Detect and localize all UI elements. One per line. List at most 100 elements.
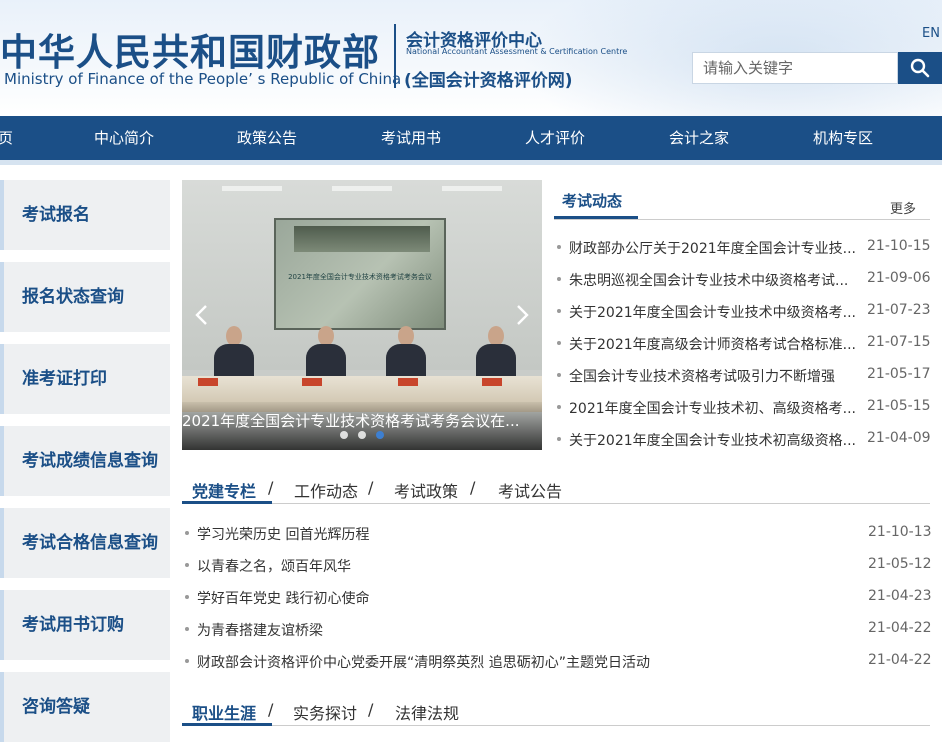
- tab-exam-notice[interactable]: 考试公告: [498, 478, 562, 502]
- carousel-dots: [182, 431, 542, 439]
- slide-caption[interactable]: 2021年度全国会计专业技术资格考试考务会议在...: [182, 410, 542, 431]
- nameplate: [398, 378, 418, 386]
- bullet: [557, 309, 561, 313]
- bullet: [557, 341, 561, 345]
- party-tabs: 党建专栏 / 工作动态 / 考试政策 / 考试公告: [182, 474, 930, 504]
- center-name-en: National Accountant Assessment & Certifi…: [406, 47, 628, 56]
- tab-separator: /: [368, 478, 374, 497]
- list-item-date: 21-05-12: [868, 556, 932, 572]
- list-item-title[interactable]: 学好百年党史 践行初心使命: [197, 588, 837, 608]
- person-head: [398, 326, 414, 346]
- projection-screen: 2021年度全国会计专业技术资格考试考务会议: [274, 218, 446, 330]
- list-item-date: 21-04-22: [868, 620, 932, 636]
- sidebar-item-label: 考试报名: [22, 205, 90, 225]
- search-input[interactable]: [693, 53, 897, 83]
- english-link[interactable]: EN: [922, 26, 940, 41]
- list-item[interactable]: 学好百年党史 践行初心使命 21-04-23: [185, 588, 932, 608]
- list-item-date: 21-04-23: [868, 588, 932, 604]
- list-item[interactable]: 学习光荣历史 回首光辉历程 21-10-13: [185, 524, 932, 544]
- tab-exam-policy[interactable]: 考试政策: [394, 478, 458, 502]
- news-item-date: 21-04-09: [867, 430, 931, 446]
- list-item[interactable]: 以青春之名，颂百年风华 21-05-12: [185, 556, 932, 576]
- sidebar-item-registration-status[interactable]: 报名状态查询: [0, 262, 170, 332]
- nav-divider: [0, 160, 942, 165]
- tab-career[interactable]: 职业生涯: [192, 700, 256, 724]
- sidebar-item-label: 考试合格信息查询: [22, 533, 158, 553]
- news-item[interactable]: 全国会计专业技术资格考试吸引力不断增强 21-05-17: [557, 366, 931, 386]
- bullet: [185, 627, 189, 631]
- carousel-dot-active[interactable]: [376, 431, 384, 439]
- person-head: [318, 326, 334, 346]
- news-item[interactable]: 关于2021年度全国会计专业技术初高级资格... 21-04-09: [557, 430, 931, 450]
- tab-work-news[interactable]: 工作动态: [294, 478, 358, 502]
- sidebar-item-label: 准考证打印: [22, 369, 107, 389]
- photo-carousel[interactable]: 2021年度全国会计专业技术资格考试考务会议 2021年度全国会计专业技术资格考…: [182, 180, 542, 450]
- sidebar-item-score-query[interactable]: 考试成绩信息查询: [0, 426, 170, 496]
- nameplate: [302, 378, 322, 386]
- search-icon: [910, 58, 930, 78]
- main-nav: 页 中心简介 政策公告 考试用书 人才评价 会计之家 机构专区: [0, 116, 942, 160]
- brand-title-en[interactable]: Ministry of Finance of the People’ s Rep…: [4, 70, 401, 88]
- bullet: [557, 373, 561, 377]
- list-item-title[interactable]: 以青春之名，颂百年风华: [197, 556, 837, 576]
- nav-item-home-of-accountants[interactable]: 会计之家: [669, 116, 729, 160]
- sidebar-item-admission-ticket[interactable]: 准考证打印: [0, 344, 170, 414]
- tab-laws[interactable]: 法律法规: [395, 700, 459, 724]
- news-item-title[interactable]: 关于2021年度高级会计师资格考试合格标准...: [569, 334, 859, 354]
- list-item-date: 21-10-13: [868, 524, 932, 540]
- bullet: [557, 245, 561, 249]
- news-item-title[interactable]: 财政部办公厅关于2021年度全国会计专业技...: [569, 238, 859, 258]
- sidebar-item-faq[interactable]: 咨询答疑: [0, 672, 170, 742]
- next-slide-button[interactable]: [514, 302, 532, 328]
- sidebar-item-book-order[interactable]: 考试用书订购: [0, 590, 170, 660]
- site-header: 中华人民共和国财政部 Ministry of Finance of the Pe…: [0, 0, 942, 116]
- tab-party-building[interactable]: 党建专栏: [192, 478, 256, 502]
- news-item-title[interactable]: 2021年度全国会计专业技术初、高级资格考...: [569, 398, 859, 418]
- sidebar-item-registration[interactable]: 考试报名: [0, 180, 170, 250]
- nav-item-about[interactable]: 中心简介: [94, 116, 154, 160]
- ceiling-light: [222, 186, 282, 191]
- prev-slide-button[interactable]: [192, 302, 210, 328]
- news-item-title[interactable]: 朱忠明巡视全国会计专业技术中级资格考试...: [569, 270, 859, 290]
- news-item[interactable]: 朱忠明巡视全国会计专业技术中级资格考试... 21-09-06: [557, 270, 931, 290]
- news-item-title[interactable]: 关于2021年度全国会计专业技术初高级资格...: [569, 430, 859, 450]
- list-item[interactable]: 财政部会计资格评价中心党委开展“清明祭英烈 追思砺初心”主题党日活动 21-04…: [185, 652, 932, 672]
- nav-item-policy[interactable]: 政策公告: [237, 116, 297, 160]
- exam-news-title[interactable]: 考试动态: [562, 190, 622, 211]
- nav-item-books[interactable]: 考试用书: [381, 116, 441, 160]
- news-item-date: 21-07-15: [867, 334, 931, 350]
- bullet: [185, 595, 189, 599]
- tab-separator: /: [470, 478, 476, 497]
- tab-practice[interactable]: 实务探讨: [293, 700, 357, 724]
- tab-separator: /: [268, 700, 274, 719]
- list-item-title[interactable]: 为青春搭建友谊桥梁: [197, 620, 837, 640]
- list-item-title[interactable]: 学习光荣历史 回首光辉历程: [197, 524, 837, 544]
- brand-title-cn[interactable]: 中华人民共和国财政部: [0, 22, 380, 76]
- nav-item-talent[interactable]: 人才评价: [525, 116, 585, 160]
- news-item[interactable]: 关于2021年度全国会计专业技术中级资格考... 21-07-23: [557, 302, 931, 322]
- more-link[interactable]: 更多: [890, 198, 916, 217]
- bullet: [185, 659, 189, 663]
- career-tabs: 职业生涯 / 实务探讨 / 法律法规: [182, 696, 930, 726]
- search-box: [692, 52, 898, 84]
- list-item[interactable]: 为青春搭建友谊桥梁 21-04-22: [185, 620, 932, 640]
- screen-title: 2021年度全国会计专业技术资格考试考务会议: [288, 273, 432, 281]
- bullet: [557, 405, 561, 409]
- news-item-date: 21-07-23: [867, 302, 931, 318]
- nav-item-home[interactable]: 页: [0, 116, 13, 160]
- news-item[interactable]: 2021年度全国会计专业技术初、高级资格考... 21-05-15: [557, 398, 931, 418]
- search-button[interactable]: [898, 52, 942, 84]
- news-item[interactable]: 财政部办公厅关于2021年度全国会计专业技... 21-10-15: [557, 238, 931, 258]
- news-item-title[interactable]: 全国会计专业技术资格考试吸引力不断增强: [569, 366, 859, 386]
- list-item-title[interactable]: 财政部会计资格评价中心党委开展“清明祭英烈 追思砺初心”主题党日活动: [197, 652, 837, 672]
- news-item-date: 21-10-15: [867, 238, 931, 254]
- carousel-dot[interactable]: [358, 431, 366, 439]
- sidebar-item-label: 考试成绩信息查询: [22, 451, 158, 471]
- nav-item-institutions[interactable]: 机构专区: [813, 116, 873, 160]
- news-item[interactable]: 关于2021年度高级会计师资格考试合格标准... 21-07-15: [557, 334, 931, 354]
- news-item-title[interactable]: 关于2021年度全国会计专业技术中级资格考...: [569, 302, 859, 322]
- carousel-dot[interactable]: [340, 431, 348, 439]
- sidebar-item-qualification-query[interactable]: 考试合格信息查询: [0, 508, 170, 578]
- person: [306, 344, 346, 378]
- screen-building-image: [294, 226, 430, 252]
